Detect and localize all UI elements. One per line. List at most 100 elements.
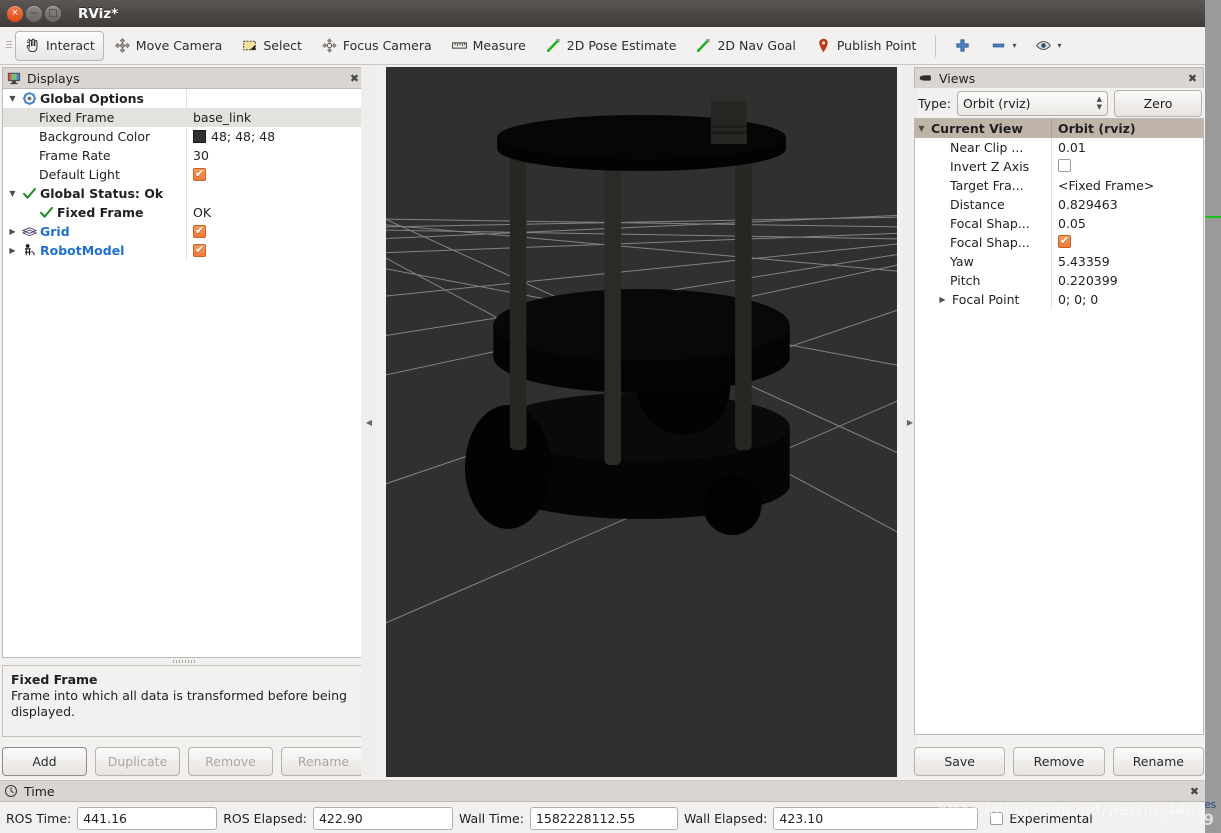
display-tree-row[interactable]: ▶Background Color 48; 48; 48 [3, 127, 365, 146]
remove-tool-caret-icon[interactable]: ▾ [1012, 41, 1016, 50]
views-row-value-cell[interactable]: 0.05 [1052, 216, 1203, 231]
views-row-label: Yaw [950, 254, 974, 269]
display-tree-row[interactable]: ▶ Grid [3, 222, 365, 241]
views-row-value-cell[interactable]: 0; 0; 0 [1052, 292, 1203, 307]
expand-twisty-closed-icon[interactable]: ▶ [6, 227, 19, 236]
views-tree-row[interactable]: ▶ Focal Point 0; 0; 0 [915, 290, 1203, 309]
display-enable-checkbox[interactable] [193, 168, 206, 181]
tool-focus-camera[interactable]: Focus Camera [312, 31, 441, 61]
display-row-value-cell[interactable]: 30 [187, 148, 365, 163]
display-row-value-cell[interactable]: 48; 48; 48 [187, 129, 365, 144]
views-row-value-cell[interactable]: <Fixed Frame> [1052, 178, 1203, 193]
views-row-value-cell[interactable] [1052, 158, 1203, 175]
tool-measure[interactable]: Measure [442, 31, 535, 61]
display-row-label: Global Status: Ok [40, 186, 164, 201]
tool-publish-point[interactable]: Publish Point [806, 31, 926, 61]
view-type-selected-value: Orbit (rviz) [962, 96, 1031, 111]
displays-tree[interactable]: ▼Global Options▶Fixed Framebase_link▶Bac… [2, 88, 366, 658]
views-tree-row[interactable]: Focal Shap... 0.05 [915, 214, 1203, 233]
wall-elapsed-input[interactable]: 423.10 [773, 807, 979, 830]
rename-view-button[interactable]: Rename [1112, 747, 1204, 776]
window-minimize-button[interactable]: − [26, 5, 42, 22]
display-row-value: 48; 48; 48 [211, 129, 276, 144]
expand-twisty-open-icon[interactable]: ▼ [6, 94, 19, 103]
view-options-caret-icon[interactable]: ▾ [1057, 41, 1061, 50]
views-close-icon[interactable]: ✖ [1186, 72, 1199, 85]
displays-help-splitter[interactable] [2, 658, 366, 665]
time-panel-header: Time ✖ [0, 781, 1205, 802]
display-row-value-cell[interactable] [187, 244, 365, 257]
views-row-value-cell[interactable] [1052, 234, 1203, 251]
display-row-value-cell[interactable] [187, 168, 365, 181]
wall-time-input[interactable]: 1582228112.55 [529, 807, 678, 830]
views-tree-row[interactable]: Pitch 0.220399 [915, 271, 1203, 290]
display-row-value-cell[interactable] [187, 225, 365, 238]
left-splitter-collapse-handle[interactable]: ◀ [361, 67, 377, 777]
views-row-checkbox[interactable] [1058, 234, 1071, 248]
remove-tool-button[interactable]: ▾ [981, 31, 1025, 61]
views-row-value-cell[interactable]: 0.829463 [1052, 197, 1203, 212]
views-tree-row[interactable]: Near Clip ... 0.01 [915, 138, 1203, 157]
display-row-value-cell[interactable]: base_link [187, 110, 365, 125]
remove-view-button[interactable]: Remove [1013, 747, 1105, 776]
views-row-value-cell[interactable]: 5.43359 [1052, 254, 1203, 269]
add-display-button[interactable]: Add [2, 747, 87, 776]
display-tree-row[interactable]: ▼ Global Status: Ok [3, 184, 365, 203]
views-tree[interactable]: ▼ Current View Orbit (rviz) Near Clip ..… [914, 118, 1204, 735]
views-tree-row[interactable]: Invert Z Axis [915, 157, 1203, 176]
color-swatch[interactable] [193, 130, 206, 143]
views-row-value: 0.220399 [1058, 273, 1118, 288]
displays-close-icon[interactable]: ✖ [348, 72, 361, 85]
views-row-checkbox[interactable] [1058, 158, 1071, 172]
grid-icon [22, 227, 37, 237]
window-maximize-button[interactable]: □ [45, 5, 61, 22]
tool-2d-pose-estimate[interactable]: 2D Pose Estimate [536, 31, 686, 61]
window-close-button[interactable]: × [7, 5, 23, 22]
ros-elapsed-input[interactable]: 422.90 [312, 807, 453, 830]
time-close-icon[interactable]: ✖ [1188, 785, 1201, 798]
tool-select[interactable]: Select [232, 31, 311, 61]
views-tree-row[interactable]: Focal Shap... [915, 233, 1203, 252]
remove-display-button[interactable]: Remove [188, 747, 273, 776]
display-enable-checkbox[interactable] [193, 244, 206, 257]
tool-move-camera[interactable]: Move Camera [105, 31, 232, 61]
duplicate-display-button[interactable]: Duplicate [95, 747, 180, 776]
views-tree-row[interactable]: Target Fra... <Fixed Frame> [915, 176, 1203, 195]
toolbar-drag-handle[interactable] [4, 35, 13, 56]
expand-twisty-open-icon[interactable]: ▼ [6, 189, 19, 198]
display-tree-row[interactable]: ▶Fixed Frame base_link [3, 108, 365, 127]
rviz-3d-viewport[interactable] [386, 67, 897, 777]
views-row-value-cell[interactable]: 0.220399 [1052, 273, 1203, 288]
view-type-select[interactable]: Orbit (rviz) ▲ ▼ [956, 91, 1108, 116]
current-view-twisty-icon[interactable]: ▼ [915, 124, 928, 133]
ros-time-input[interactable]: 441.16 [77, 807, 218, 830]
rename-display-button[interactable]: Rename [281, 747, 366, 776]
views-tree-row[interactable]: Yaw 5.43359 [915, 252, 1203, 271]
experimental-option[interactable]: Experimental [990, 811, 1093, 826]
display-tree-row[interactable]: ▶Frame Rate 30 [3, 146, 365, 165]
display-row-value-cell[interactable]: OK [187, 205, 365, 220]
views-row-name-cell: Target Fra... [915, 176, 1052, 195]
experimental-checkbox[interactable] [990, 812, 1004, 825]
add-tool-button[interactable] [945, 31, 980, 61]
views-row-label: Near Clip ... [950, 140, 1024, 155]
expand-twisty-closed-icon[interactable]: ▶ [6, 246, 19, 255]
expand-twisty-closed-icon[interactable]: ▶ [936, 295, 949, 304]
display-tree-row[interactable]: ▶Fixed Frame OK [3, 203, 365, 222]
wall-time-label: Wall Time: [458, 811, 524, 826]
tool-interact[interactable]: Interact [15, 30, 104, 61]
display-tree-row[interactable]: ▶Default Light [3, 165, 365, 184]
save-view-button[interactable]: Save [914, 747, 1006, 776]
check-ok-icon [40, 206, 53, 218]
display-tree-row[interactable]: ▼ Global Options [3, 89, 365, 108]
views-tree-row[interactable]: Distance 0.829463 [915, 195, 1203, 214]
view-options-button[interactable]: ▾ [1026, 31, 1070, 61]
display-row-value: OK [193, 205, 212, 220]
tool-2d-nav-goal[interactable]: 2D Nav Goal [686, 31, 804, 61]
tool-move-camera-label: Move Camera [135, 38, 223, 53]
display-tree-row[interactable]: ▶ RobotModel [3, 241, 365, 260]
zero-button[interactable]: Zero [1114, 90, 1202, 117]
display-enable-checkbox[interactable] [193, 225, 206, 238]
views-header-name-cell: ▼ Current View [915, 119, 1052, 138]
views-row-value-cell[interactable]: 0.01 [1052, 140, 1203, 155]
